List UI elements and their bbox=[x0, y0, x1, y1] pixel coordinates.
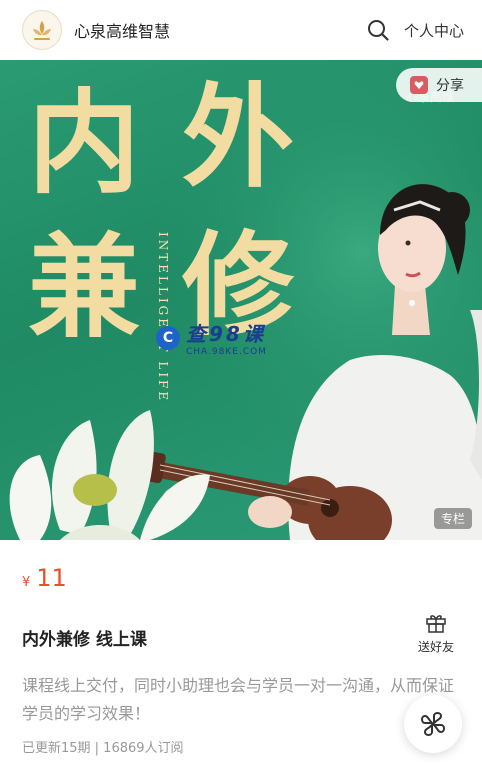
currency-symbol: ¥ bbox=[22, 575, 31, 590]
watermark: C 查98课 CHA.98KE.COM bbox=[156, 318, 267, 357]
watermark-url: CHA.98KE.COM bbox=[186, 347, 267, 357]
share-button[interactable]: 分享 bbox=[396, 68, 482, 102]
shop-name[interactable]: 心泉高维智慧 bbox=[74, 18, 366, 42]
lotus-logo-icon bbox=[33, 21, 51, 40]
share-label: 分享 bbox=[436, 78, 464, 94]
floating-menu-button[interactable] bbox=[404, 695, 462, 753]
title-char-1: 内 bbox=[28, 78, 140, 209]
title-char-2: 外 bbox=[182, 72, 294, 203]
user-center-link[interactable]: 个人中心 bbox=[404, 20, 464, 41]
column-tag: 专栏 bbox=[433, 508, 472, 529]
course-title: 内外兼修 线上课 bbox=[22, 630, 147, 650]
watermark-logo-icon: C bbox=[156, 325, 180, 350]
gift-icon bbox=[426, 615, 446, 633]
top-bar: 心泉高维智慧 个人中心 bbox=[0, 0, 482, 60]
course-description: 课程线上交付，同时小助理也会与学员一对一沟通，从而保证学员的学习效果！ bbox=[22, 676, 455, 723]
update-subscribe-info: 已更新15期 | 16869人订阅 bbox=[22, 741, 184, 756]
title-char-3: 兼 bbox=[28, 222, 140, 353]
gift-label: 送好友 bbox=[417, 640, 454, 654]
share-icon bbox=[410, 76, 428, 94]
shop-logo[interactable] bbox=[22, 10, 62, 50]
search-icon[interactable] bbox=[366, 18, 390, 42]
clover-menu-icon bbox=[421, 712, 445, 736]
course-cover[interactable]: 内 外 兼 修 INTELLIGENT LIFE 心泉高维 分享 C 查98课 … bbox=[0, 60, 482, 540]
watermark-text: 查98课 bbox=[186, 322, 266, 346]
price-value: 11 bbox=[36, 564, 67, 592]
price: ¥ 11 bbox=[22, 564, 67, 592]
gift-to-friend-button[interactable]: 送好友 bbox=[412, 612, 460, 655]
